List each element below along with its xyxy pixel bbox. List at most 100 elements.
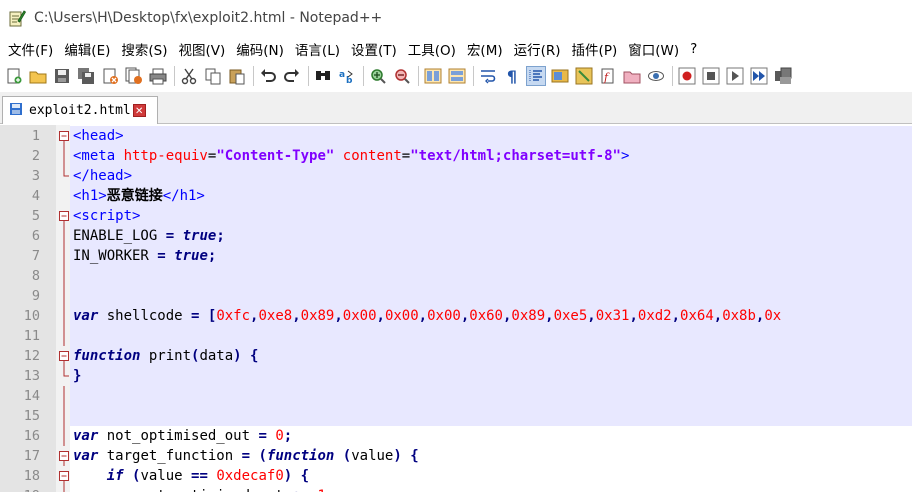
line-number: 2 (31, 148, 40, 164)
paste-icon[interactable] (227, 66, 247, 86)
code-line[interactable]: 8 (0, 266, 912, 286)
code-token: 恶意链接 (106, 188, 163, 204)
stop-macro-icon[interactable] (701, 66, 721, 86)
menu-plugins[interactable]: 插件(P) (568, 39, 622, 59)
code-token: = (165, 228, 175, 244)
code-line[interactable]: 13} (0, 366, 912, 386)
code-line[interactable]: 4 <h1>恶意链接</h1> (0, 186, 912, 206)
code-token: , (671, 308, 681, 324)
close-icon[interactable] (100, 66, 120, 86)
title-bar: C:\Users\H\Desktop\fx\exploit2.html - No… (0, 0, 912, 36)
code-line[interactable]: 5 <script> (0, 206, 912, 226)
print-icon[interactable] (148, 66, 168, 86)
code-line[interactable]: 1 <head> (0, 126, 912, 146)
fold-toggle-icon[interactable] (58, 466, 70, 486)
function-list-icon[interactable] (574, 66, 594, 86)
zoom-in-icon[interactable] (368, 66, 388, 86)
record-macro-icon[interactable] (677, 66, 697, 86)
menu-view[interactable]: 视图(V) (175, 39, 230, 59)
redo-icon[interactable] (282, 66, 302, 86)
close-icon[interactable]: ✕ (132, 104, 146, 117)
code-line[interactable]: 14 (0, 386, 912, 406)
run-macro-multiple-icon[interactable] (749, 66, 769, 86)
code-line[interactable]: 11 (0, 326, 912, 346)
code-line[interactable]: 9 (0, 286, 912, 306)
menu-tools[interactable]: 工具(O) (404, 39, 460, 59)
code-token: = (258, 428, 267, 444)
indent-guide-icon[interactable] (526, 66, 546, 86)
code-token: true (182, 228, 217, 244)
monitor-icon[interactable] (646, 66, 666, 86)
fold-line (58, 246, 70, 266)
play-macro-icon[interactable] (725, 66, 745, 86)
code-text: var shellcode = [0xfc,0xe8,0x89,0x00,0x0… (70, 306, 912, 326)
menu-settings[interactable]: 设置(T) (347, 39, 401, 59)
menu-window[interactable]: 窗口(W) (624, 39, 683, 59)
code-line[interactable]: 7 IN_WORKER = true; (0, 246, 912, 266)
new-file-icon[interactable] (4, 66, 24, 86)
fold-line (58, 406, 70, 426)
line-number: 19 (0, 486, 40, 492)
close-all-icon[interactable] (124, 66, 144, 86)
cut-icon[interactable] (179, 66, 199, 86)
sync-vertical-icon[interactable] (423, 66, 443, 86)
code-text: </head> (70, 166, 912, 186)
zoom-out-icon[interactable] (392, 66, 412, 86)
code-line[interactable]: 3 </head> (0, 166, 912, 186)
tab-exploit2[interactable]: exploit2.html ✕ (2, 96, 158, 124)
menu-search[interactable]: 搜索(S) (117, 39, 171, 59)
sync-horizontal-icon[interactable] (447, 66, 467, 86)
code-token: <script> (73, 208, 141, 224)
code-text: var target_function = (function (value) … (70, 446, 912, 466)
save-all-icon[interactable] (76, 66, 96, 86)
fold-toggle-icon[interactable] (58, 446, 70, 466)
save-icon[interactable] (52, 66, 72, 86)
code-token: 0xfc (216, 308, 251, 324)
code-token: ( (342, 448, 352, 464)
code-token: 0xe8 (258, 308, 293, 324)
menu-encoding[interactable]: 编码(N) (232, 39, 288, 59)
fold-toggle-icon[interactable] (58, 206, 70, 226)
code-token: var (73, 308, 99, 324)
fold-toggle-icon[interactable] (58, 126, 70, 146)
copy-icon[interactable] (203, 66, 223, 86)
folder-as-workspace-icon[interactable] (622, 66, 642, 86)
code-line[interactable]: 15 (0, 406, 912, 426)
show-all-chars-icon[interactable]: ¶ (502, 66, 522, 86)
code-text: not_optimised_out += 1; (70, 486, 912, 492)
code-token: <meta (73, 148, 124, 164)
code-line[interactable]: 6 ENABLE_LOG = true; (0, 226, 912, 246)
code-line[interactable]: 2 <meta http-equiv = "Content-Type" content… (0, 146, 912, 166)
folder-workspace-icon[interactable]: f (598, 66, 618, 86)
menu-help[interactable]: ? (686, 41, 701, 57)
fold-toggle-icon[interactable] (58, 346, 70, 366)
code-line[interactable]: 18 if (value == 0xdecaf0) { (0, 466, 912, 486)
find-icon[interactable] (313, 66, 333, 86)
menu-file[interactable]: 文件(F) (4, 39, 57, 59)
undo-icon[interactable] (258, 66, 278, 86)
code-text: function print(data) { (70, 346, 912, 366)
menu-macro[interactable]: 宏(M) (463, 39, 507, 59)
code-token: = (157, 248, 166, 264)
code-editor[interactable]: 1 <head> 2 <meta http-equiv="Content-Type" … (0, 125, 912, 492)
code-line[interactable]: 17 var target_function = (function (value… (0, 446, 912, 466)
document-map-icon[interactable] (550, 66, 570, 86)
code-line[interactable]: 19 not_optimised_out += 1; (0, 486, 912, 492)
code-line[interactable]: 16 var not_optimised_out = 0; (0, 426, 912, 446)
line-number: 9 (31, 288, 40, 304)
menu-edit[interactable]: 编辑(E) (60, 39, 114, 59)
line-number: 3 (31, 168, 40, 184)
save-macro-icon[interactable] (773, 66, 793, 86)
menu-run[interactable]: 运行(R) (510, 39, 565, 59)
toolbar-separator (174, 66, 175, 86)
code-line[interactable]: 10 var shellcode = [0xfc,0xe8,0x89,0x00,0… (0, 306, 912, 326)
open-file-icon[interactable] (28, 66, 48, 86)
code-line[interactable]: 12 function print(data) { (0, 346, 912, 366)
code-token: > (620, 148, 630, 164)
line-number: 15 (23, 408, 40, 424)
replace-icon[interactable]: ab (337, 66, 357, 86)
line-number: 10 (23, 308, 40, 324)
menu-language[interactable]: 语言(L) (291, 39, 344, 59)
code-token: , (587, 308, 596, 324)
word-wrap-icon[interactable] (478, 66, 498, 86)
